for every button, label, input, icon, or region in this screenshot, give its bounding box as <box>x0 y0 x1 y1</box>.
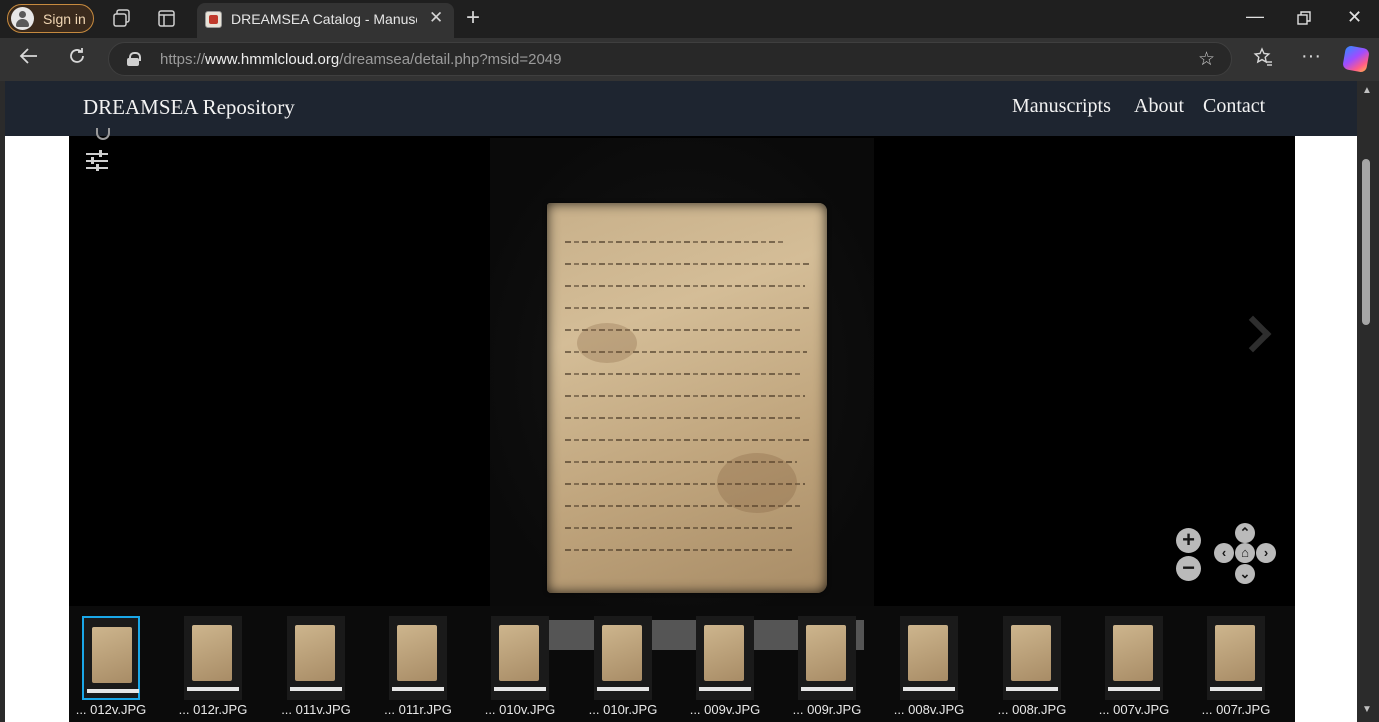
thumbnail-label[interactable]: ... 009r.JPG <box>776 702 878 717</box>
menu-contact[interactable]: Contact <box>1203 95 1265 118</box>
vertical-tabs-icon[interactable] <box>158 10 175 32</box>
thumbnail-bar <box>903 687 955 691</box>
thumbnail-label[interactable]: ... 008r.JPG <box>981 702 1083 717</box>
thumbnail-image <box>806 625 846 681</box>
address-bar[interactable]: https://www.hmmlcloud.org/dreamsea/detai… <box>108 42 1232 76</box>
thumbnail[interactable] <box>491 616 549 700</box>
thumbnail-label[interactable]: ... 008v.JPG <box>878 702 980 717</box>
scroll-down-icon[interactable]: ▼ <box>1362 704 1372 715</box>
thumbnail-bar <box>494 687 546 691</box>
lock-icon[interactable] <box>127 52 141 66</box>
thumbnail-bar <box>187 687 239 691</box>
zoom-out-icon[interactable]: − <box>1176 556 1201 581</box>
adjust-sliders-icon[interactable] <box>86 150 108 172</box>
thumbnail-bar <box>290 687 342 691</box>
pan-up-icon[interactable]: ⌃ <box>1235 523 1255 543</box>
favorite-star-icon[interactable]: ☆ <box>1198 48 1215 71</box>
favorites-list-icon[interactable] <box>1253 47 1273 73</box>
close-window-icon[interactable]: ✕ <box>1347 7 1362 28</box>
site-favicon-icon <box>205 11 222 28</box>
thumbnail-image <box>704 625 744 681</box>
more-options-icon[interactable]: ··· <box>1301 45 1321 68</box>
thumbnail[interactable] <box>798 616 856 700</box>
thumbnail-label[interactable]: ... 011v.JPG <box>265 702 367 717</box>
next-page-chevron-icon[interactable] <box>1234 315 1272 353</box>
close-tab-icon[interactable]: ✕ <box>429 8 443 28</box>
refresh-icon[interactable] <box>67 46 87 72</box>
new-tab-icon[interactable]: + <box>466 4 480 32</box>
thumbnail-label[interactable]: ... 007r.JPG <box>1185 702 1287 717</box>
thumbnail-image <box>1215 625 1255 681</box>
page-viewport: DREAMSEA Repository Manuscripts About Co… <box>0 81 1379 722</box>
thumbnail[interactable] <box>1003 616 1061 700</box>
thumbnail-label[interactable]: ... 012r.JPG <box>162 702 264 717</box>
workspaces-icon[interactable] <box>112 9 131 33</box>
page-left-gutter <box>0 81 5 722</box>
thumbnail[interactable] <box>82 616 140 700</box>
thumbnail[interactable] <box>1207 616 1265 700</box>
thumbnail-bar <box>87 689 139 693</box>
thumbnail-image <box>192 625 232 681</box>
thumbnail[interactable] <box>184 616 242 700</box>
site-brand[interactable]: DREAMSEA Repository <box>83 95 295 120</box>
manuscript-page-image[interactable] <box>490 138 874 608</box>
restore-icon[interactable] <box>1297 9 1311 30</box>
thumbnail-bar <box>801 687 853 691</box>
thumbnail-image <box>908 625 948 681</box>
tab-title: DREAMSEA Catalog - Manuscript <box>231 11 417 27</box>
thumbnail-label[interactable]: ... 010r.JPG <box>572 702 674 717</box>
thumbnail-image <box>602 625 642 681</box>
thumbnail-image <box>1113 625 1153 681</box>
sign-in-label: Sign in <box>43 11 86 27</box>
thumbnail[interactable] <box>287 616 345 700</box>
thumbnail-bar <box>699 687 751 691</box>
copilot-icon[interactable] <box>1342 45 1370 73</box>
thumbnail-bar <box>1108 687 1160 691</box>
vertical-scrollbar[interactable]: ▲ ▼ <box>1357 81 1379 722</box>
tab-dreamsea-catalog[interactable]: DREAMSEA Catalog - Manuscript ✕ <box>197 3 454 38</box>
profile-avatar-icon <box>11 7 34 30</box>
pan-down-icon[interactable]: ⌄ <box>1235 564 1255 584</box>
thumbnail-bar <box>1006 687 1058 691</box>
thumbnail-image <box>499 625 539 681</box>
thumbnail[interactable] <box>389 616 447 700</box>
back-arrow-icon[interactable] <box>19 46 39 72</box>
thumbnail[interactable] <box>1105 616 1163 700</box>
manuscript-folio <box>547 203 827 593</box>
thumbnail-image <box>397 625 437 681</box>
browser-tab-bar: Sign in DREAMSEA Catalog - Manuscript ✕ … <box>0 0 1379 38</box>
thumbnail-bar <box>597 687 649 691</box>
site-header: DREAMSEA Repository Manuscripts About Co… <box>5 81 1357 136</box>
minimize-icon[interactable]: — <box>1246 6 1264 27</box>
zoom-lens-icon[interactable] <box>96 128 110 140</box>
url-text[interactable]: https://www.hmmlcloud.org/dreamsea/detai… <box>160 51 561 68</box>
menu-manuscripts[interactable]: Manuscripts <box>1012 95 1111 118</box>
pan-left-icon[interactable]: ‹ <box>1214 543 1234 563</box>
thumbnail-image <box>1011 625 1051 681</box>
sign-in-button[interactable]: Sign in <box>7 4 94 33</box>
thumbnail-image <box>92 627 132 683</box>
thumbnail-bar <box>392 687 444 691</box>
menu-about[interactable]: About <box>1134 95 1184 118</box>
thumbnail-label[interactable]: ... 011r.JPG <box>367 702 469 717</box>
home-icon[interactable]: ⌂ <box>1235 543 1255 563</box>
thumbnail[interactable] <box>900 616 958 700</box>
thumbnail-image <box>295 625 335 681</box>
thumbnail-label[interactable]: ... 009v.JPG <box>674 702 776 717</box>
browser-toolbar: https://www.hmmlcloud.org/dreamsea/detai… <box>0 38 1379 81</box>
thumbnail-strip: ... 012v.JPG... 012r.JPG... 011v.JPG... … <box>69 606 1295 722</box>
thumbnail[interactable] <box>594 616 652 700</box>
thumbnail[interactable] <box>696 616 754 700</box>
thumbnail-label[interactable]: ... 012v.JPG <box>60 702 162 717</box>
thumbnail-label[interactable]: ... 007v.JPG <box>1083 702 1185 717</box>
scroll-up-icon[interactable]: ▲ <box>1362 85 1372 96</box>
pan-right-icon[interactable]: › <box>1256 543 1276 563</box>
thumbnail-label[interactable]: ... 010v.JPG <box>469 702 571 717</box>
zoom-in-icon[interactable]: + <box>1176 528 1201 553</box>
image-viewer[interactable]: + − ⌃ ‹ ⌂ › ⌄ ... 012v.JPG... 012r.JPG..… <box>69 128 1295 722</box>
thumbnail-bar <box>1210 687 1262 691</box>
scrollbar-thumb[interactable] <box>1362 159 1370 325</box>
